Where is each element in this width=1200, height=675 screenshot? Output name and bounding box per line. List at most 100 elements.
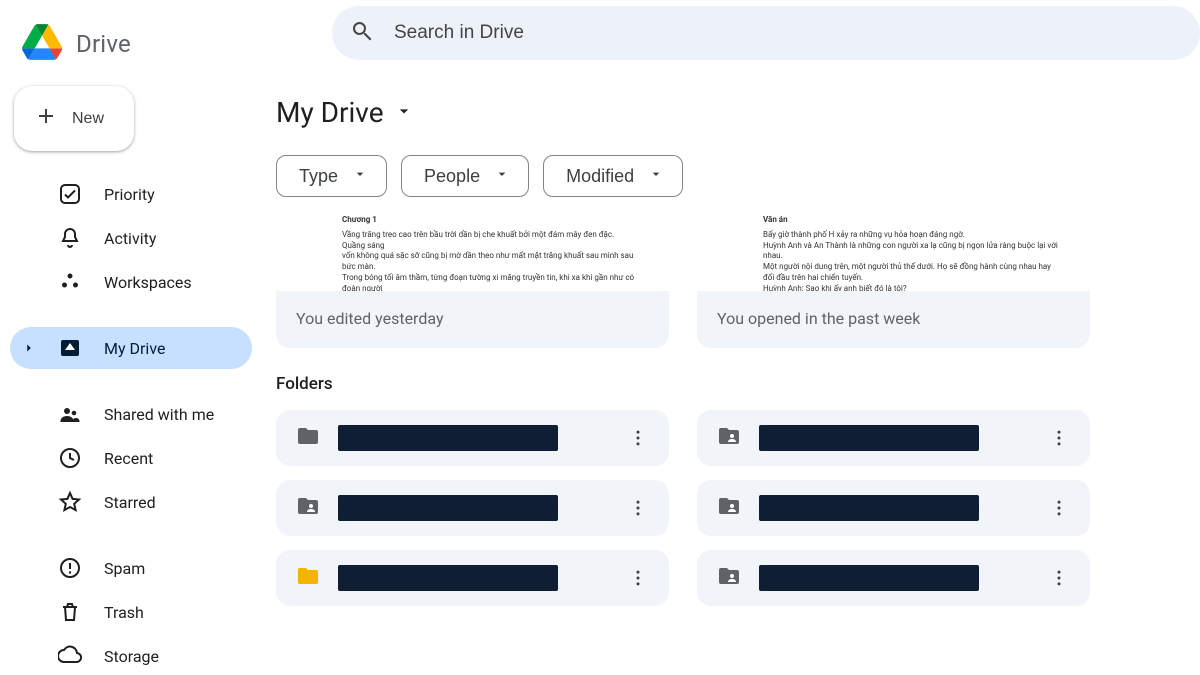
folder-item[interactable] [697, 410, 1090, 466]
sidebar: Drive New Priority Activity Workspaces My D… [0, 0, 260, 675]
sidebar-item-spam[interactable]: Spam [10, 547, 252, 589]
doc-preview-line: Huỳnh Anh và An Thành là những con người… [763, 241, 1060, 252]
search-icon [350, 19, 374, 47]
trash-icon [58, 600, 82, 624]
plus-icon [34, 104, 58, 133]
doc-preview-line: Bấy giờ thành phố H xảy ra những vụ hỏa … [763, 230, 1060, 241]
mydrive-icon [58, 336, 82, 360]
folder-shared-icon [296, 494, 320, 522]
spam-icon [58, 556, 82, 580]
folder-name-redacted [759, 425, 979, 451]
sidebar-item-starred[interactable]: Starred [10, 481, 252, 523]
more-button[interactable] [1042, 421, 1076, 455]
folder-item[interactable] [276, 480, 669, 536]
expand-caret-icon [22, 340, 36, 356]
folder-item[interactable] [276, 550, 669, 606]
brand-name: Drive [76, 30, 131, 58]
more-button[interactable] [621, 561, 655, 595]
search-input[interactable] [394, 22, 1186, 44]
sidebar-item-label: Storage [104, 647, 159, 666]
storage-icon [58, 644, 82, 668]
more-button[interactable] [1042, 491, 1076, 525]
folder-item[interactable] [276, 410, 669, 466]
sidebar-item-trash[interactable]: Trash [10, 591, 252, 633]
folder-grid [276, 410, 1188, 606]
sidebar-item-label: Starred [104, 493, 156, 512]
suggested-card-subtitle: You edited yesterday [276, 291, 669, 348]
filter-chip-type[interactable]: Type [276, 155, 387, 197]
more-button[interactable] [621, 491, 655, 525]
more-button[interactable] [621, 421, 655, 455]
sidebar-item-priority[interactable]: Priority [10, 173, 252, 215]
sidebar-item-activity[interactable]: Activity [10, 217, 252, 259]
doc-preview: Văn án Bấy giờ thành phố H xảy ra những v… [697, 207, 1090, 291]
shared-icon [58, 402, 82, 426]
main: My Drive Type People Modified Chương 1 Vầng… [260, 0, 1200, 675]
star-icon [58, 490, 82, 514]
caret-down-icon [648, 166, 664, 187]
sidebar-item-recent[interactable]: Recent [10, 437, 252, 479]
sidebar-item-my-drive[interactable]: My Drive [10, 327, 252, 369]
filter-chip-modified[interactable]: Modified [543, 155, 683, 197]
suggested-row: Chương 1 Vầng trăng treo cao trên bầu trờ… [276, 207, 1188, 348]
sidebar-item-shared-with-me[interactable]: Shared with me [10, 393, 252, 435]
folder-name-redacted [759, 495, 979, 521]
content: My Drive Type People Modified Chương 1 Vầng… [260, 60, 1200, 606]
page-title: My Drive [276, 96, 384, 129]
priority-icon [58, 182, 82, 206]
sidebar-item-label: Shared with me [104, 405, 214, 424]
sidebar-item-label: Activity [104, 229, 156, 248]
brand[interactable]: Drive [10, 10, 252, 82]
folders-section-title: Folders [276, 374, 1188, 394]
workspaces-icon [58, 270, 82, 294]
sidebar-item-label: Recent [104, 449, 153, 468]
filter-chips: Type People Modified [276, 155, 1188, 197]
sidebar-item-label: My Drive [104, 339, 165, 358]
doc-preview-line: đối đầu trên hai chiến tuyến. [763, 273, 1060, 284]
sidebar-item-label: Trash [104, 603, 144, 622]
doc-preview-line: Vầng trăng treo cao trên bầu trời dần bị… [342, 230, 639, 252]
folder-yellow-icon [296, 564, 320, 592]
folder-shared-icon [717, 424, 741, 452]
folder-icon [296, 424, 320, 452]
caret-down-icon [494, 166, 510, 187]
new-button[interactable]: New [14, 86, 134, 151]
more-button[interactable] [1042, 561, 1076, 595]
recent-icon [58, 446, 82, 470]
suggested-card-subtitle: You opened in the past week [697, 291, 1090, 348]
doc-preview: Chương 1 Vầng trăng treo cao trên bầu trờ… [276, 207, 669, 291]
sidebar-item-label: Spam [104, 559, 145, 578]
doc-preview-title: Văn án [763, 215, 1060, 226]
activity-icon [58, 226, 82, 250]
doc-preview-line: Một người nội dung trên, một người thủ t… [763, 262, 1060, 273]
suggested-card[interactable]: Văn án Bấy giờ thành phố H xảy ra những v… [697, 207, 1090, 348]
folder-name-redacted [338, 425, 558, 451]
drive-logo-icon [22, 24, 62, 64]
folder-shared-icon [717, 494, 741, 522]
folder-name-redacted [338, 495, 558, 521]
searchbar-wrap [260, 0, 1200, 60]
sidebar-item-label: Priority [104, 185, 155, 204]
doc-preview-title: Chương 1 [342, 215, 639, 226]
page-title-row[interactable]: My Drive [276, 96, 1188, 129]
nav: Priority Activity Workspaces My Drive Shared… [10, 173, 252, 675]
folder-name-redacted [759, 565, 979, 591]
filter-chip-label: Modified [566, 166, 634, 187]
caret-down-icon [352, 166, 368, 187]
folder-name-redacted [338, 565, 558, 591]
doc-preview-line: Trong bóng tối âm thầm, từng đoạn tường … [342, 273, 639, 291]
folder-item[interactable] [697, 480, 1090, 536]
folder-shared-icon [717, 564, 741, 592]
sidebar-item-workspaces[interactable]: Workspaces [10, 261, 252, 303]
doc-preview-line: Huỳnh Anh: Sao khi ấy anh biết đó là tôi… [763, 284, 1060, 291]
searchbar[interactable] [332, 6, 1200, 60]
filter-chip-label: People [424, 166, 480, 187]
caret-down-icon [394, 101, 414, 125]
filter-chip-people[interactable]: People [401, 155, 529, 197]
doc-preview-line: vốn không quá sặc sỡ cũng bị mờ dần theo… [342, 251, 639, 262]
filter-chip-label: Type [299, 166, 338, 187]
folder-item[interactable] [697, 550, 1090, 606]
sidebar-item-label: Workspaces [104, 273, 192, 292]
suggested-card[interactable]: Chương 1 Vầng trăng treo cao trên bầu trờ… [276, 207, 669, 348]
sidebar-item-storage[interactable]: Storage [10, 635, 252, 675]
